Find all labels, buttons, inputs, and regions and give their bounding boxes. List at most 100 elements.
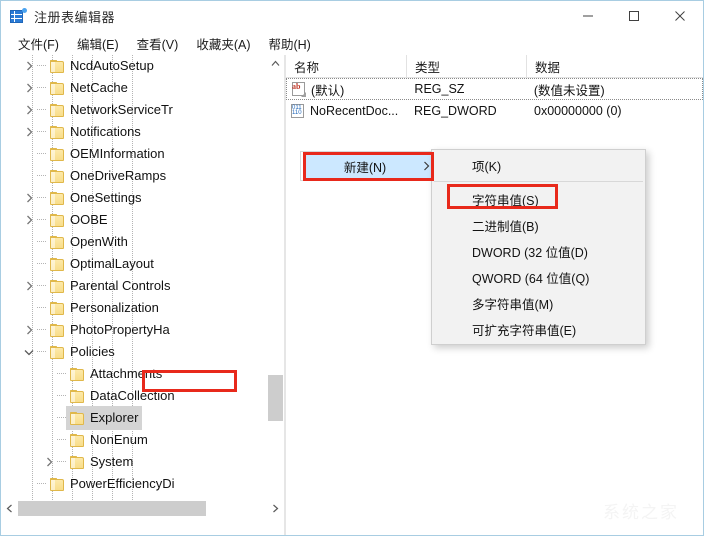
tree-connector <box>36 275 47 297</box>
tree-item-photopropertyha[interactable]: PhotoPropertyHa <box>1 319 284 341</box>
minimize-button[interactable] <box>565 1 611 31</box>
tree-item-powerefficiencydi[interactable]: PowerEfficiencyDi <box>1 473 284 495</box>
context-menu-item-new[interactable]: 新建(N) <box>304 153 432 179</box>
tree-vscroll-track[interactable] <box>267 72 284 500</box>
tree-item-networkservicetr[interactable]: NetworkServiceTr <box>1 99 284 121</box>
tree-item-label: OptimalLayout <box>70 256 154 271</box>
tree-item-personalization[interactable]: Personalization <box>1 297 284 319</box>
submenu-item-7[interactable]: 可扩充字符串值(E) <box>432 316 645 342</box>
tree-item-content[interactable]: OneDriveRamps <box>46 164 170 188</box>
chevron-right-icon[interactable] <box>22 99 36 121</box>
tree-hscroll-thumb[interactable] <box>18 501 206 516</box>
tree-item-label: Personalization <box>70 300 159 315</box>
tree-hscroll-track[interactable] <box>18 500 267 517</box>
tree-item-content[interactable]: OptimalLayout <box>46 252 158 276</box>
submenu-item-6[interactable]: 多字符串值(M) <box>432 290 645 316</box>
chevron-down-icon[interactable] <box>22 341 36 363</box>
tree-item-oeminformation[interactable]: OEMInformation <box>1 143 284 165</box>
tree-connector <box>36 165 47 187</box>
menu-5[interactable]: 帮助(H) <box>259 31 319 56</box>
folder-icon <box>50 169 65 183</box>
tree-item-content[interactable]: NetCache <box>46 76 132 100</box>
chevron-right-icon[interactable] <box>42 451 56 473</box>
value-type-cell: REG_SZ <box>414 82 465 96</box>
chevron-right-icon[interactable] <box>22 77 36 99</box>
chevron-right-icon[interactable] <box>22 187 36 209</box>
tree-item-nonenum[interactable]: NonEnum <box>1 429 284 451</box>
chevron-right-icon[interactable] <box>22 319 36 341</box>
scroll-right-icon[interactable] <box>267 500 284 517</box>
submenu-separator <box>434 181 643 182</box>
tree-item-explorer[interactable]: Explorer <box>1 406 284 430</box>
tree-item-content[interactable]: PowerEfficiencyDi <box>46 472 179 496</box>
menu-1[interactable]: 文件(F) <box>9 31 68 56</box>
string-value-icon: ab <box>291 81 307 97</box>
submenu-item-4[interactable]: DWORD (32 位值(D) <box>432 238 645 264</box>
scroll-up-icon[interactable] <box>267 55 284 72</box>
tree-item-onesettings[interactable]: OneSettings <box>1 187 284 209</box>
chevron-right-icon[interactable] <box>22 275 36 297</box>
submenu-item-2[interactable]: 字符串值(S) <box>432 186 645 212</box>
registry-tree[interactable]: NcdAutoSetup NetCache NetworkServiceTr Noti… <box>1 55 284 517</box>
tree-item-content[interactable]: Explorer <box>66 406 143 430</box>
tree-item-oobe[interactable]: OOBE <box>1 209 284 231</box>
menu-4[interactable]: 收藏夹(A) <box>187 31 259 56</box>
tree-vscroll-thumb[interactable] <box>268 375 283 421</box>
tree-item-content[interactable]: OEMInformation <box>46 142 169 166</box>
tree-item-netcache[interactable]: NetCache <box>1 77 284 99</box>
tree-item-content[interactable]: NonEnum <box>66 428 152 452</box>
tree-item-content[interactable]: Parental Controls <box>46 274 174 298</box>
submenu-item-1[interactable]: 项(K) <box>432 152 645 178</box>
column-header-3[interactable]: 数据 <box>526 55 703 77</box>
tree-item-datacollection[interactable]: DataCollection <box>1 385 284 407</box>
registry-tree-pane[interactable]: NcdAutoSetup NetCache NetworkServiceTr Noti… <box>1 55 284 517</box>
column-header-1[interactable]: 名称 <box>286 55 406 77</box>
chevron-right-icon[interactable] <box>22 209 36 231</box>
chevron-right-icon[interactable] <box>22 55 36 77</box>
tree-item-content[interactable]: Personalization <box>46 296 163 320</box>
tree-item-content[interactable]: Policies <box>46 340 119 364</box>
maximize-button[interactable] <box>611 1 657 31</box>
tree-connector <box>36 319 47 341</box>
tree-item-content[interactable]: NetworkServiceTr <box>46 98 177 122</box>
scroll-left-icon[interactable] <box>1 500 18 517</box>
tree-vertical-scrollbar[interactable] <box>266 55 284 517</box>
tree-item-notifications[interactable]: Notifications <box>1 121 284 143</box>
tree-item-content[interactable]: Attachments <box>66 362 166 386</box>
tree-item-content[interactable]: OpenWith <box>46 230 132 254</box>
table-row[interactable]: 011 110 NoRecentDoc... REG_DWORD 0x00000000 … <box>286 100 703 122</box>
tree-item-attachments[interactable]: Attachments <box>1 363 284 385</box>
table-row[interactable]: ab (默认) REG_SZ (数值未设置) <box>286 78 703 100</box>
tree-item-ncdautosetup[interactable]: NcdAutoSetup <box>1 55 284 77</box>
menu-3[interactable]: 查看(V) <box>128 31 188 56</box>
submenu-item-3[interactable]: 二进制值(B) <box>432 212 645 238</box>
tree-connector <box>36 77 47 99</box>
tree-horizontal-scrollbar[interactable] <box>1 500 284 517</box>
column-header-label: 类型 <box>415 60 441 75</box>
tree-item-onedriveramps[interactable]: OneDriveRamps <box>1 165 284 187</box>
tree-item-content[interactable]: PhotoPropertyHa <box>46 318 174 342</box>
tree-item-parental-controls[interactable]: Parental Controls <box>1 275 284 297</box>
tree-item-label: NonEnum <box>90 432 148 447</box>
column-header-2[interactable]: 类型 <box>406 55 526 77</box>
close-button[interactable] <box>657 1 703 31</box>
tree-item-content[interactable]: NcdAutoSetup <box>46 55 158 78</box>
new-submenu[interactable]: 项(K) 字符串值(S) 二进制值(B) DWORD (32 位值(D) QWORD (… <box>431 149 646 345</box>
tree-item-openwith[interactable]: OpenWith <box>1 231 284 253</box>
tree-item-content[interactable]: System <box>66 450 137 474</box>
tree-item-content[interactable]: OOBE <box>46 208 112 232</box>
tree-item-content[interactable]: Notifications <box>46 120 145 144</box>
tree-item-policies[interactable]: Policies <box>1 341 284 363</box>
menu-2[interactable]: 编辑(E) <box>68 31 128 56</box>
tree-item-content[interactable]: DataCollection <box>66 384 179 408</box>
submenu-item-5[interactable]: QWORD (64 位值(Q) <box>432 264 645 290</box>
values-list[interactable]: ab (默认) REG_SZ (数值未设置) 011 110 NoRecentDoc... R… <box>286 78 703 122</box>
tree-item-content[interactable]: OneSettings <box>46 186 146 210</box>
tree-item-system[interactable]: System <box>1 451 284 473</box>
tree-item-label: System <box>90 454 134 469</box>
tree-item-optimallayout[interactable]: OptimalLayout <box>1 253 284 275</box>
title-bar: 注册表编辑器 <box>1 1 703 31</box>
chevron-right-icon[interactable] <box>22 121 36 143</box>
values-column-header[interactable]: 名称 类型 数据 <box>286 55 703 78</box>
